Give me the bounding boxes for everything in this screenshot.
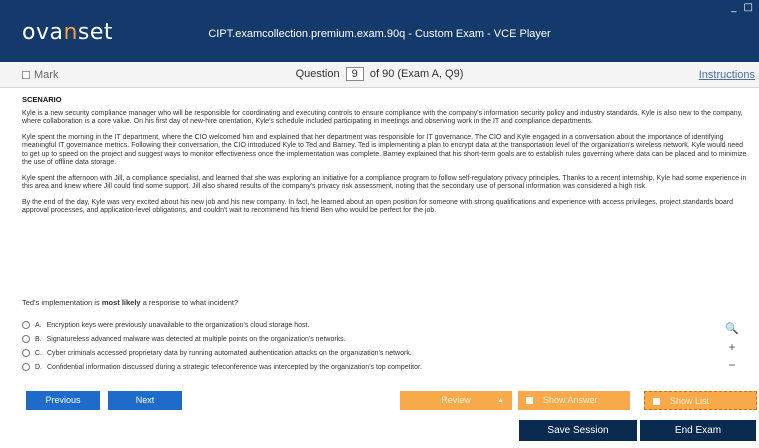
footer-bar: Save Session End Exam [0,420,759,448]
save-session-button[interactable]: Save Session [519,420,637,441]
scenario-paragraph: Kyle is a new security compliance manage… [22,109,743,126]
title-bar: ovanset CIPT.examcollection.premium.exam… [0,0,759,62]
magnifier-icon: 🔍 [725,323,739,335]
checkbox-icon[interactable] [653,398,660,406]
end-exam-button[interactable]: End Exam [640,420,756,441]
radio-icon[interactable] [22,349,30,357]
navigation-bar: Previous Next Review ▲ Show Answer Show L… [0,389,759,413]
question-number-input[interactable]: 9 [345,67,364,81]
next-button[interactable]: Next [108,391,182,410]
answer-options: A. Encryption keys were previously unavai… [22,318,542,374]
option-b[interactable]: B. Signatureless advanced malware was det… [22,332,542,346]
checkbox-icon[interactable] [526,397,533,405]
window-title: CIPT.examcollection.premium.exam.90q - C… [208,28,551,40]
question-text: Ted's implementation is most likely a re… [22,298,239,307]
zoom-controls: 🔍 + − [725,320,739,374]
scenario-paragraph: Kyle spent the afternoon with Jill, a co… [22,174,747,191]
scenario-text: SCENARIO Kyle is a new security complian… [22,95,750,223]
scenario-heading: SCENARIO [22,95,62,104]
scenario-paragraph: By the end of the day, Kyle was very exc… [22,198,734,215]
show-list-button[interactable]: Show List [644,391,757,410]
zoom-in-button[interactable]: + [725,338,739,356]
question-counter: Question 9 of 90 (Exam A, Q9) [295,67,464,81]
question-bar: Mark Question 9 of 90 (Exam A, Q9) Instr… [0,62,759,88]
option-d[interactable]: D. Confidential information discussed dur… [22,360,542,374]
scenario-paragraph: Kyle spent the morning in the IT departm… [22,133,747,167]
radio-icon[interactable] [22,363,30,371]
review-button[interactable]: Review ▲ [400,391,512,410]
show-answer-button[interactable]: Show Answer [518,391,630,410]
previous-button[interactable]: Previous [26,391,100,410]
instructions-link[interactable]: Instructions [699,69,755,81]
option-a[interactable]: A. Encryption keys were previously unavai… [22,318,542,332]
caret-up-icon: ▲ [497,397,504,404]
radio-icon[interactable] [22,335,30,343]
option-c[interactable]: C. Cyber criminals accessed proprietary d… [22,346,542,360]
window-controls[interactable]: _ □ [731,2,755,13]
zoom-out-button[interactable]: − [725,356,739,374]
radio-icon[interactable] [22,321,30,329]
